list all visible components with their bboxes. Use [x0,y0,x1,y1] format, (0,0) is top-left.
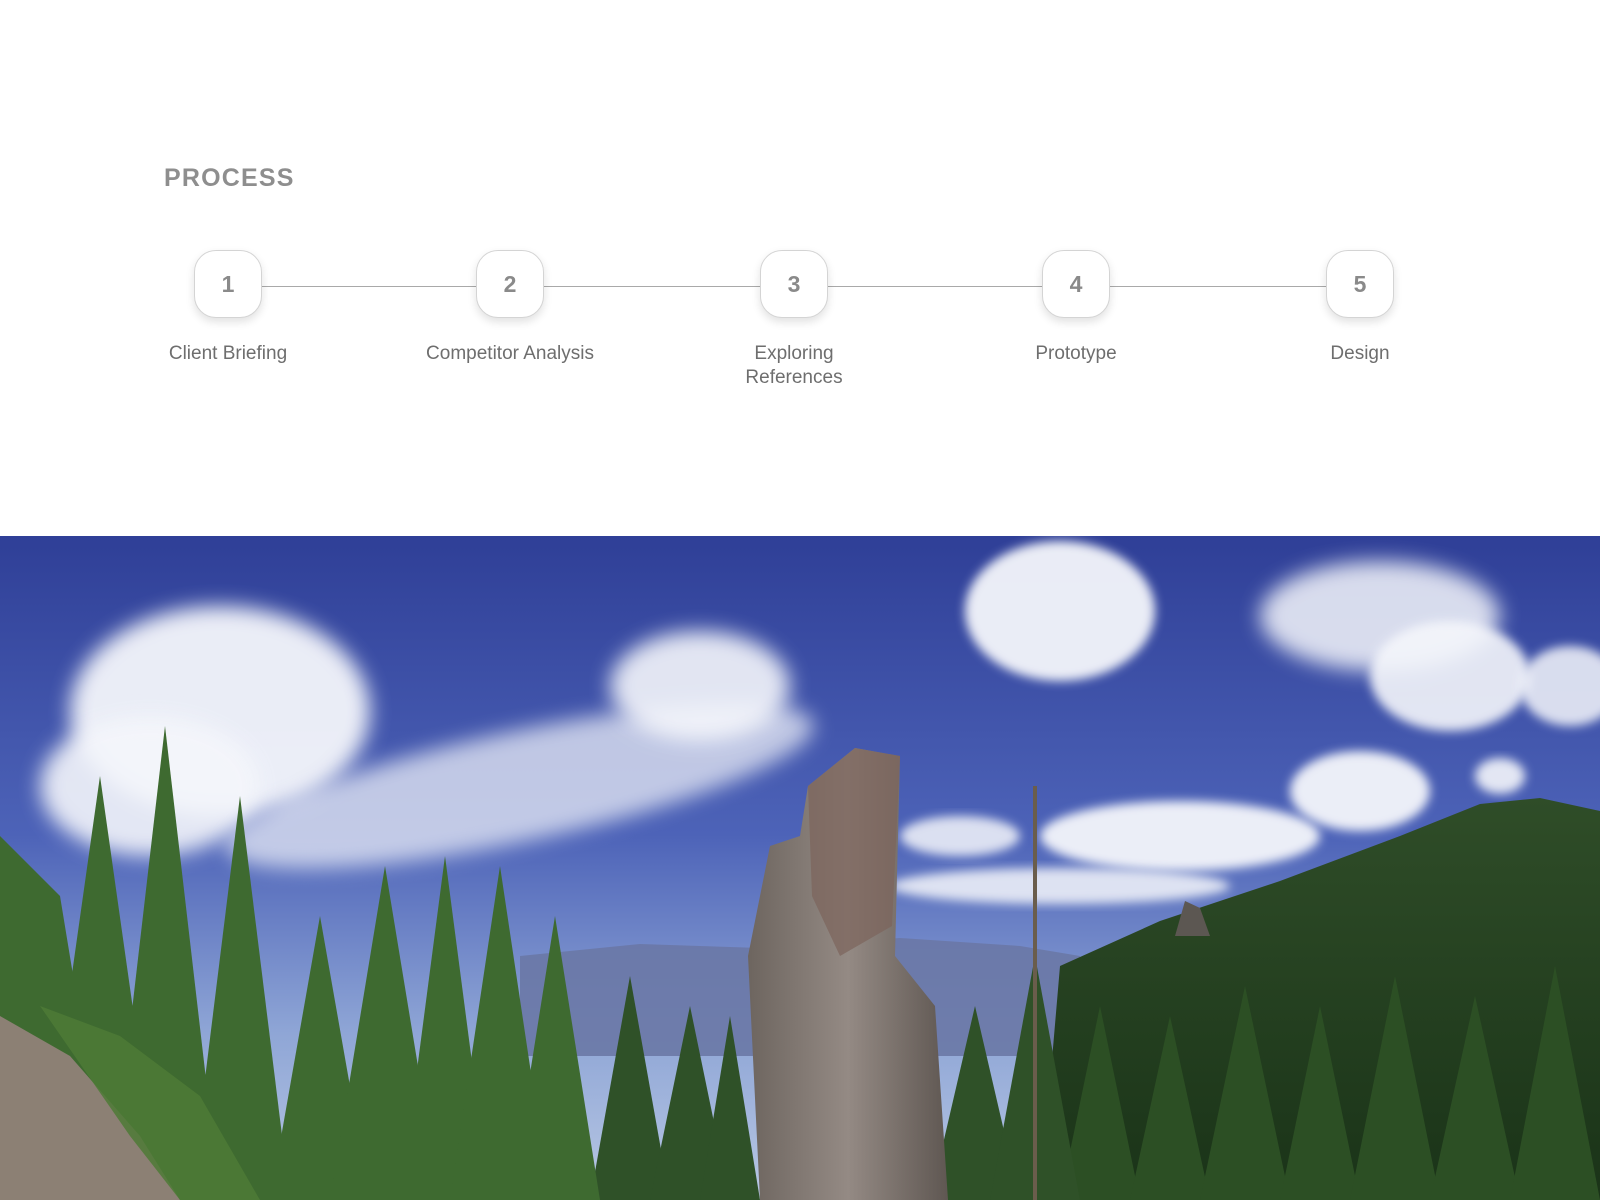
step-badge-3: 3 [760,250,828,318]
process-timeline: 1 2 3 4 5 Client Briefing Competitor Ana… [0,0,1600,420]
timeline-connector [1110,286,1328,287]
process-page: PROCESS 1 2 3 4 5 Client Briefing Compet… [0,0,1600,1200]
step-label-5: Design [1330,343,1390,364]
step-label-4: Prototype [1035,343,1117,364]
timeline-connector [544,286,762,287]
step-label-3: Exploring References [745,343,843,388]
timeline-connector [828,286,1044,287]
step-label-1: Client Briefing [168,343,288,364]
step-badge-5: 5 [1326,250,1394,318]
mountain-forest-photo [0,536,1600,1200]
timeline-connector [262,286,478,287]
step-badge-2: 2 [476,250,544,318]
step-badge-4: 4 [1042,250,1110,318]
step-label-2: Competitor Analysis [426,343,594,364]
step-badge-1: 1 [194,250,262,318]
